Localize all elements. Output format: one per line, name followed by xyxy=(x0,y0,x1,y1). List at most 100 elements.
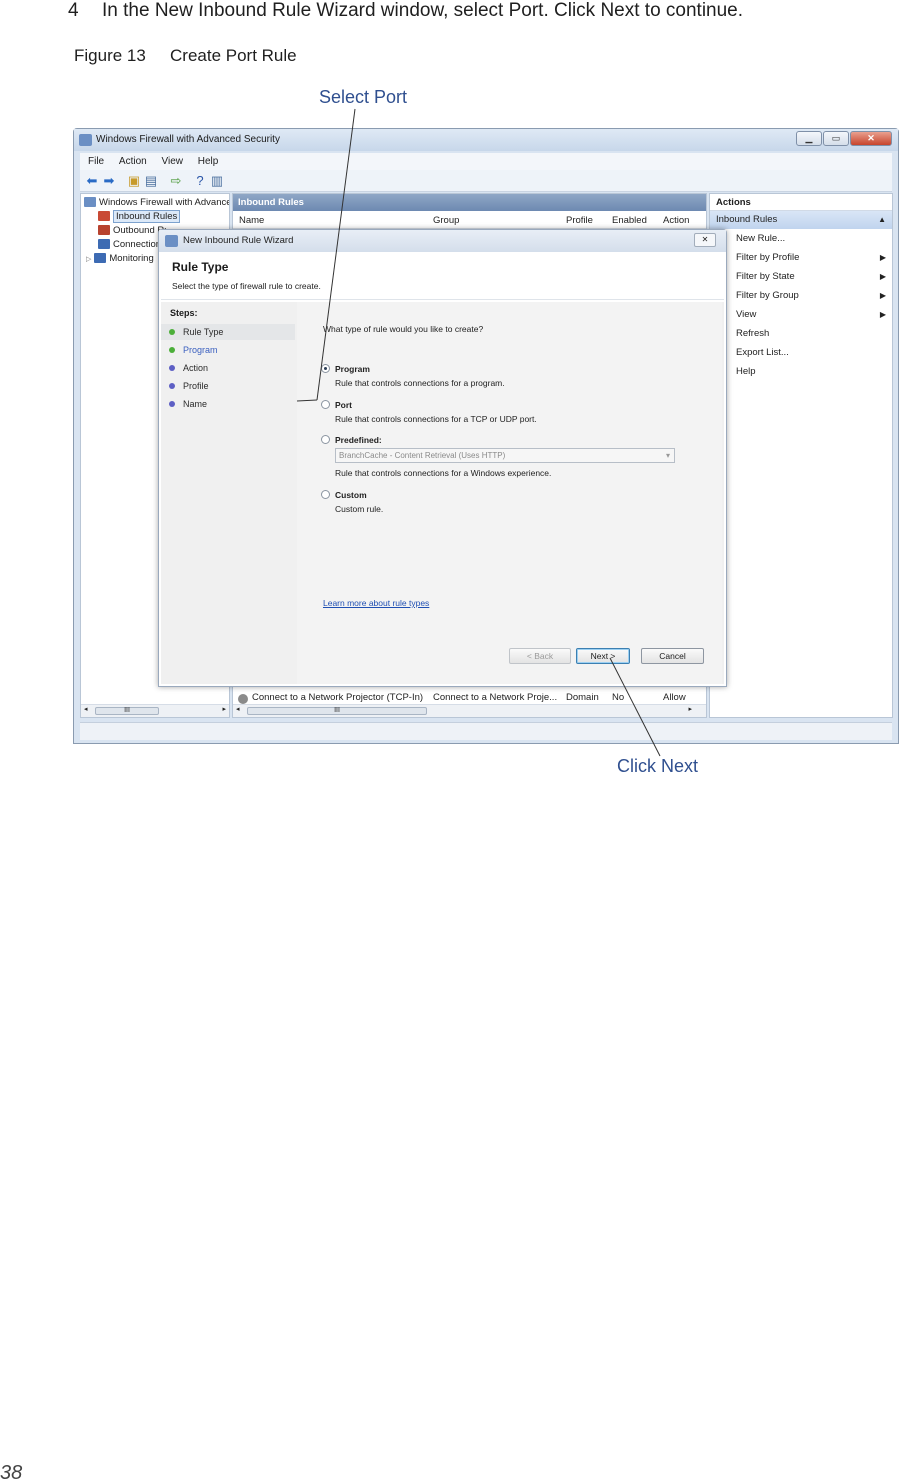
predefined-value: BranchCache - Content Retrieval (Uses HT… xyxy=(339,451,506,460)
export-icon[interactable]: ⇨ xyxy=(168,173,184,188)
action-view[interactable]: View ▶ xyxy=(710,305,892,324)
wizard-body: Steps: Rule Type Program Action Profile … xyxy=(161,302,724,684)
tree-connection-label: Connection xyxy=(113,239,160,250)
firewall-app-icon xyxy=(79,134,92,146)
scroll-right-icon[interactable]: ▸ xyxy=(688,705,692,713)
tree-inbound-label: Inbound Rules xyxy=(113,210,181,223)
back-button[interactable]: < Back xyxy=(509,648,571,664)
actions-inbound-rules[interactable]: Inbound Rules ▲ xyxy=(710,211,892,229)
action-pane-icon[interactable]: ▥ xyxy=(209,173,225,188)
step-status-icon xyxy=(169,347,175,353)
wizard-content: What type of rule would you like to crea… xyxy=(297,302,722,684)
forward-arrow-icon[interactable]: ➡ xyxy=(101,173,117,188)
action-refresh[interactable]: Refresh xyxy=(710,324,892,343)
tree-monitoring-label: Monitoring xyxy=(109,253,154,264)
rules-horizontal-scrollbar[interactable]: ◂ III ▸ xyxy=(233,704,706,717)
tree-root[interactable]: Windows Firewall with Advanced xyxy=(84,196,229,210)
submenu-arrow-icon: ▶ xyxy=(879,291,886,300)
step-profile[interactable]: Profile xyxy=(161,378,295,394)
window-title: Windows Firewall with Advanced Security xyxy=(96,134,280,145)
callout-click-next: Click Next xyxy=(617,756,699,776)
col-profile[interactable]: Profile xyxy=(566,213,593,229)
option-predefined-title: Predefined: xyxy=(335,435,382,445)
action-filter-profile-label: Filter by Profile xyxy=(736,252,800,263)
action-filter-group[interactable]: Filter by Group ▶ xyxy=(710,286,892,305)
scroll-left-icon[interactable]: ◂ xyxy=(84,705,88,713)
step-text: In the New Inbound Rule Wizard window, s… xyxy=(102,0,744,21)
menu-view[interactable]: View xyxy=(161,153,183,170)
wizard-heading: Rule Type xyxy=(172,260,229,274)
action-filter-state-label: Filter by State xyxy=(736,271,795,282)
col-name[interactable]: Name xyxy=(239,213,264,229)
tree-horizontal-scrollbar[interactable]: ◂ III ▸ xyxy=(81,704,229,717)
step-name[interactable]: Name xyxy=(161,396,295,412)
action-help[interactable]: Help xyxy=(710,362,892,381)
action-new-rule-label: New Rule... xyxy=(736,233,786,244)
outbound-rules-icon xyxy=(98,225,110,236)
scroll-left-icon[interactable]: ◂ xyxy=(236,705,240,713)
col-group[interactable]: Group xyxy=(433,213,459,229)
tree-monitoring[interactable]: ▷ Monitoring xyxy=(86,252,160,266)
rule-disabled-icon xyxy=(238,694,248,704)
menu-action[interactable]: Action xyxy=(119,153,147,170)
radio-port[interactable] xyxy=(321,400,330,409)
cancel-button[interactable]: Cancel xyxy=(641,648,704,664)
action-export-list[interactable]: Export List... xyxy=(710,343,892,362)
maximize-button[interactable]: ▭ xyxy=(823,131,849,146)
figure-caption: Figure 13 Create Port Rule xyxy=(74,46,297,66)
help-icon[interactable]: ? xyxy=(192,173,208,188)
submenu-arrow-icon: ▶ xyxy=(879,272,886,281)
action-filter-profile[interactable]: Filter by Profile ▶ xyxy=(710,248,892,267)
step-label: Name xyxy=(183,399,208,409)
actions-sub-label: Inbound Rules xyxy=(716,214,778,225)
chevron-down-icon: ▾ xyxy=(665,451,670,460)
up-folder-icon[interactable]: ▣ xyxy=(126,173,142,188)
wizard-app-icon xyxy=(165,235,178,247)
page-number: 38 xyxy=(0,1462,23,1484)
minimize-button[interactable]: ▁ xyxy=(796,131,822,146)
next-button[interactable]: Next > xyxy=(576,648,630,664)
tree-connection-rules[interactable]: Connection xyxy=(98,238,160,252)
col-enabled[interactable]: Enabled xyxy=(612,213,647,229)
submenu-arrow-icon: ▶ xyxy=(879,253,886,262)
wizard-close-button[interactable]: ✕ xyxy=(694,233,716,247)
col-action[interactable]: Action xyxy=(663,213,689,229)
wizard-subheading: Select the type of firewall rule to crea… xyxy=(172,281,321,291)
step-instruction: 4 In the New Inbound Rule Wizard window, … xyxy=(68,0,743,22)
expand-arrow-icon[interactable]: ▷ xyxy=(86,256,91,263)
rules-column-headers: Name Group Profile Enabled Action xyxy=(233,213,706,229)
learn-more-link[interactable]: Learn more about rule types xyxy=(323,598,429,608)
new-inbound-rule-wizard: New Inbound Rule Wizard ✕ Rule Type Sele… xyxy=(158,229,727,687)
step-status-icon xyxy=(169,329,175,335)
menu-file[interactable]: File xyxy=(88,153,104,170)
step-program[interactable]: Program xyxy=(161,342,295,358)
radio-predefined[interactable] xyxy=(321,435,330,444)
radio-program[interactable] xyxy=(321,364,330,373)
step-label: Rule Type xyxy=(183,327,224,337)
option-program-desc: Rule that controls connections for a pro… xyxy=(335,378,505,388)
option-predefined-desc: Rule that controls connections for a Win… xyxy=(335,468,552,478)
show-tree-icon[interactable]: ▤ xyxy=(143,173,159,188)
callout-select-port: Select Port xyxy=(319,87,408,107)
step-label: Profile xyxy=(183,381,209,391)
step-status-icon xyxy=(169,365,175,371)
action-new-rule[interactable]: New Rule... xyxy=(710,229,892,248)
status-bar xyxy=(80,722,892,740)
predefined-select[interactable]: BranchCache - Content Retrieval (Uses HT… xyxy=(335,448,675,463)
rules-scroll-thumb[interactable]: III xyxy=(247,707,427,715)
scroll-right-icon[interactable]: ▸ xyxy=(222,705,226,713)
collapse-icon[interactable]: ▲ xyxy=(878,211,886,229)
tree-inbound-rules[interactable]: Inbound Rules xyxy=(98,210,181,224)
menu-help[interactable]: Help xyxy=(198,153,219,170)
action-filter-state[interactable]: Filter by State ▶ xyxy=(710,267,892,286)
option-port-title: Port xyxy=(335,400,352,410)
back-arrow-icon[interactable]: ⬅ xyxy=(84,173,100,188)
wizard-title-bar: New Inbound Rule Wizard ✕ xyxy=(159,230,726,252)
option-port-desc: Rule that controls connections for a TCP… xyxy=(335,414,537,424)
close-button[interactable]: ✕ xyxy=(850,131,892,146)
step-rule-type[interactable]: Rule Type xyxy=(161,324,295,340)
action-export-label: Export List... xyxy=(736,347,789,358)
radio-custom[interactable] xyxy=(321,490,330,499)
step-action[interactable]: Action xyxy=(161,360,295,376)
tree-scroll-thumb[interactable]: III xyxy=(95,707,159,715)
